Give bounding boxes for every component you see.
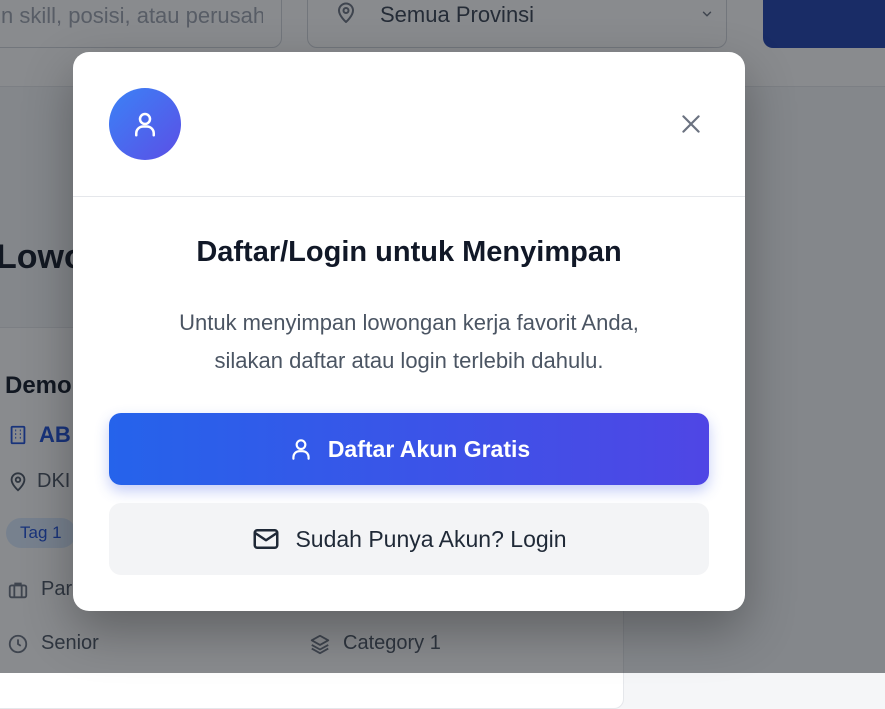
- modal-message-line-2: silakan daftar atau login terlebih dahul…: [214, 348, 604, 373]
- register-free-account-button[interactable]: Daftar Akun Gratis: [109, 413, 709, 485]
- close-icon: [682, 115, 700, 133]
- user-icon: [135, 112, 155, 137]
- modal-message: Untuk menyimpan lowongan kerja favorit A…: [113, 304, 705, 380]
- login-required-modal: Daftar/Login untuk Menyimpan Untuk menyi…: [73, 52, 745, 611]
- user-avatar: [109, 88, 181, 160]
- modal-title: Daftar/Login untuk Menyimpan: [196, 236, 622, 268]
- modal-message-line-1: Untuk menyimpan lowongan kerja favorit A…: [179, 310, 639, 335]
- login-button[interactable]: Sudah Punya Akun? Login: [109, 503, 709, 575]
- close-button[interactable]: [671, 104, 711, 144]
- register-button-label: Daftar Akun Gratis: [327, 435, 531, 462]
- login-button-label: Sudah Punya Akun? Login: [295, 525, 567, 552]
- modal-header: [73, 52, 745, 197]
- mail-icon: [253, 529, 279, 549]
- user-icon: [292, 439, 310, 460]
